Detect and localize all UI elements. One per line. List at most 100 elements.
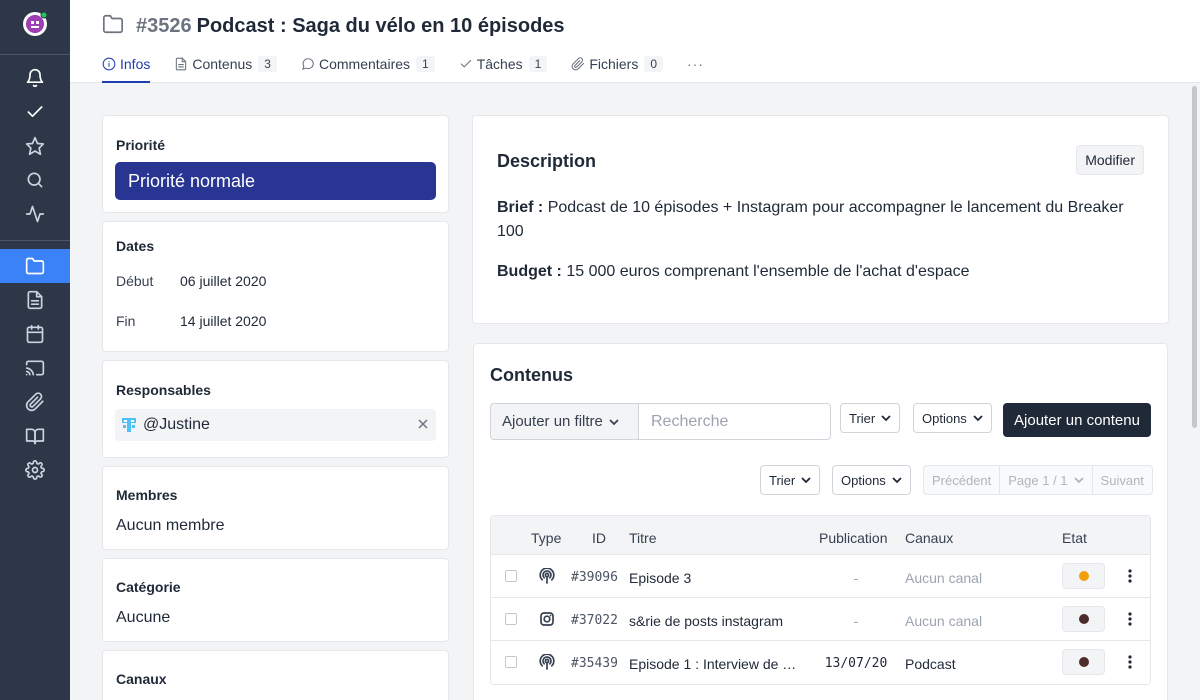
add-content-button[interactable]: Ajouter un contenu [1003,403,1151,437]
budget-value: 15 000 euros comprenant l'ensemble de l'… [566,263,970,280]
sort-label: Trier [849,410,876,426]
brief-label: Brief : [497,199,544,216]
pagination: Précédent Page 1 / 1 Suivant [923,465,1153,495]
rail-divider [0,54,70,55]
tab-label: Infos [120,56,151,72]
contents-nav[interactable] [0,283,70,317]
app-logo[interactable] [22,11,48,37]
settings-icon [25,460,45,480]
column-id[interactable]: ID [592,530,606,546]
end-date-row[interactable]: Fin 14 juillet 2020 [116,313,266,329]
files-nav[interactable] [0,385,70,419]
activity-nav[interactable] [0,197,70,231]
cast-icon [25,360,45,376]
row-title[interactable]: s&rie de posts instagram [629,613,805,629]
page-select[interactable]: Page 1 / 1 [1000,466,1093,494]
category-card: Catégorie Aucune [102,558,449,642]
owner-chip[interactable]: @Justine [115,409,436,441]
channels-nav[interactable] [0,351,70,385]
state-button[interactable] [1062,563,1105,589]
row-checkbox[interactable] [505,570,517,582]
more-vertical-icon[interactable] [1123,567,1137,585]
add-filter-dropdown[interactable]: Ajouter un filtre [490,403,639,440]
check-icon [27,106,43,117]
brief-value: Podcast de 10 épisodes + Instagram pour … [497,199,1124,240]
column-type[interactable]: Type [531,530,561,546]
state-button[interactable] [1062,649,1105,675]
more-tabs-button[interactable]: ··· [687,52,704,83]
podcast-icon [539,567,555,584]
row-id[interactable]: #37022 [571,613,618,628]
owner-name: @Justine [143,416,210,433]
sort-button[interactable]: Trier [760,465,821,495]
row-title[interactable]: Episode 3 [629,570,805,586]
description-title: Description [497,151,597,171]
tab-bar: Infos Contenus 3 Commentaires 1 Tâches 1… [102,52,728,83]
channels-card: Canaux [102,650,449,700]
options-label: Options [841,472,886,488]
more-vertical-icon[interactable] [1123,610,1137,628]
table-row[interactable]: #37022 s&rie de posts instagram - Aucun … [491,598,1150,641]
tab-taches[interactable]: Tâches 1 [459,52,548,83]
app-sidebar [0,0,70,700]
edit-button[interactable]: Modifier [1076,145,1144,175]
state-button[interactable] [1062,606,1105,632]
table-header: Type ID Titre Publication Canaux Etat [491,516,1150,555]
more-vertical-icon[interactable] [1123,653,1137,671]
members-value[interactable]: Aucun membre [116,517,225,535]
priority-select[interactable]: Priorité normale [115,162,436,200]
start-date-row[interactable]: Début 06 juillet 2020 [116,273,266,289]
column-channels[interactable]: Canaux [905,530,953,546]
search-input[interactable] [638,403,831,440]
budget-text: Budget : 15 000 euros comprenant l'ensem… [497,260,1147,284]
scrollbar-thumb[interactable] [1192,86,1197,428]
sort-button[interactable]: Trier [840,403,901,433]
tab-count: 1 [416,56,435,72]
table-row[interactable]: #35439 Episode 1 : Interview de … 13/07/… [491,641,1150,684]
settings-nav[interactable] [0,453,70,487]
previous-page-button[interactable]: Précédent [924,466,1001,494]
row-checkbox[interactable] [505,656,517,668]
row-id[interactable]: #35439 [571,656,618,671]
rail-divider [0,240,70,241]
description-card: Description Modifier Brief : Podcast de … [472,115,1169,324]
calendar-icon [26,324,44,344]
options-button[interactable]: Options [913,403,992,433]
tab-infos[interactable]: Infos [102,52,151,83]
contents-card: Contenus Ajouter un filtre Trier Options… [473,343,1168,700]
options-button[interactable]: Options [832,465,911,495]
next-page-button[interactable]: Suivant [1093,466,1152,494]
table-row[interactable]: #39096 Episode 3 - Aucun canal [491,555,1150,598]
guides-nav[interactable] [0,419,70,453]
column-state[interactable]: Etat [1062,530,1087,546]
search-nav[interactable] [0,163,70,197]
close-icon[interactable] [416,417,430,431]
category-value[interactable]: Aucune [116,609,170,627]
tab-label: Contenus [192,56,253,72]
row-id[interactable]: #39096 [571,570,618,585]
chevron-down-icon [609,418,619,425]
tasks-nav[interactable] [0,95,70,129]
end-date-label: Fin [116,313,136,329]
notifications-nav[interactable] [0,61,70,95]
row-checkbox[interactable] [505,613,517,625]
row-publication: - [853,613,859,629]
calendar-nav[interactable] [0,317,70,351]
comment-icon [302,58,314,70]
project-title: Podcast : Saga du vélo en 10 épisodes [196,15,565,37]
tab-contenus[interactable]: Contenus 3 [174,52,277,83]
tab-fichiers[interactable]: Fichiers 0 [571,52,664,83]
projects-nav[interactable] [0,249,70,283]
budget-label: Budget : [497,263,562,280]
instagram-icon [539,611,555,627]
bell-icon [26,68,44,88]
column-publication[interactable]: Publication [819,530,888,546]
status-dot [1078,614,1089,624]
podcast-icon [539,653,555,670]
priority-label: Priorité [116,137,166,153]
favorites-nav[interactable] [0,129,70,163]
row-title[interactable]: Episode 1 : Interview de … [629,656,805,672]
column-title[interactable]: Titre [629,530,656,546]
tab-commentaires[interactable]: Commentaires 1 [301,52,435,83]
row-publication: - [853,570,859,586]
